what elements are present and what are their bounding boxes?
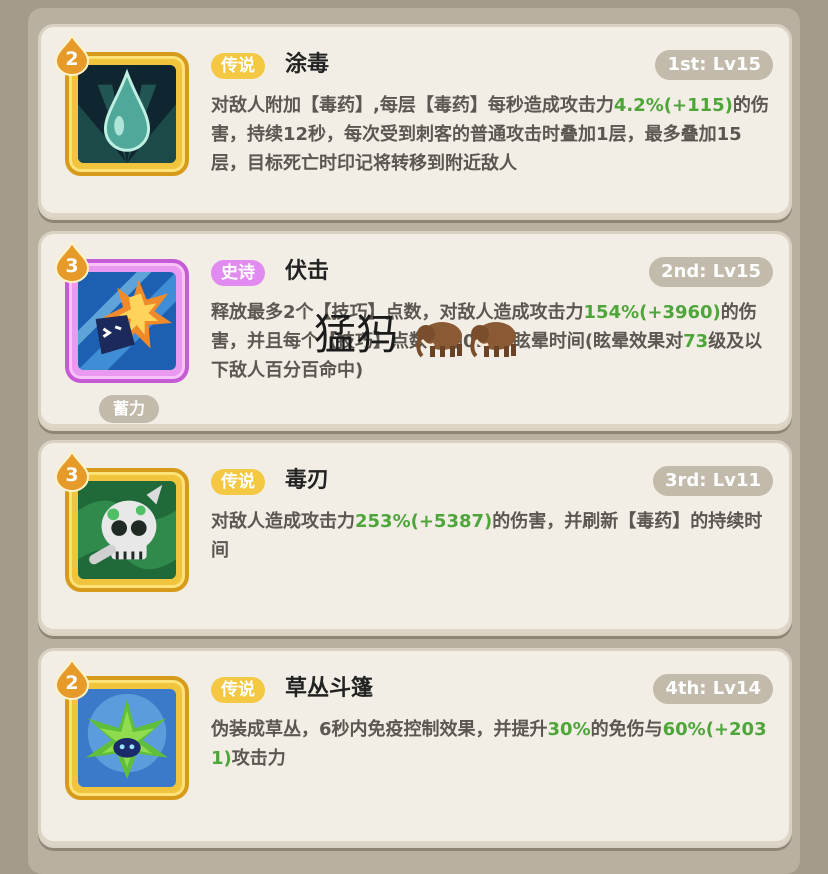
skill-level-badge: 3	[54, 450, 90, 492]
rarity-badge: 传说	[211, 677, 265, 703]
poison-skull-icon	[78, 481, 176, 579]
skill-name: 草丛斗篷	[285, 676, 374, 701]
skill-description: 对敌人附加【毒药】,每层【毒药】每秒造成攻击力4.2%(+115)的伤害，持续1…	[211, 95, 769, 174]
skill-name: 毒刃	[285, 468, 330, 493]
skill-name: 伏击	[285, 259, 330, 284]
skill-card-4[interactable]: 2 传说 草丛斗篷 4th: Lv14 伪装成草丛，6秒内免疫控制效果，并提升3…	[38, 648, 792, 848]
mammoth-icon	[416, 322, 462, 358]
skill-level-badge: 2	[54, 34, 90, 76]
rank-badge: 3rd: Lv11	[652, 466, 773, 496]
skill-name: 涂毒	[285, 52, 330, 77]
rarity-badge: 传说	[211, 53, 265, 79]
charge-tag: 蓄力	[99, 395, 159, 423]
ambush-strike-icon	[78, 272, 176, 370]
skill-card-1[interactable]: 2 传说 涂毒 1st: Lv15 对敌人附加【毒药】,每层【毒药】每秒造成攻击…	[38, 24, 792, 220]
rarity-badge: 史诗	[211, 260, 265, 286]
watermark-text: 猛犸	[314, 310, 399, 359]
skill-level-badge: 3	[54, 241, 90, 283]
grass-cloak-icon	[78, 689, 176, 787]
poison-drop-icon	[78, 65, 176, 163]
rarity-badge: 传说	[211, 469, 265, 495]
mammoth-icon	[470, 322, 516, 358]
skill-card-3[interactable]: 3 传说 毒刃 3rd: Lv11 对敌人造成攻击力253%(+5387)的伤害…	[38, 440, 792, 636]
rank-badge: 2nd: Lv15	[649, 257, 773, 287]
rank-badge: 4th: Lv14	[653, 674, 773, 704]
rank-badge: 1st: Lv15	[655, 50, 773, 80]
skill-description: 对敌人造成攻击力253%(+5387)的伤害，并刷新【毒药】的持续时间	[211, 511, 763, 561]
skill-description: 伪装成草丛，6秒内免疫控制效果，并提升30%的免伤与60%(+2031)攻击力	[211, 719, 767, 769]
skill-level-badge: 2	[54, 658, 90, 700]
